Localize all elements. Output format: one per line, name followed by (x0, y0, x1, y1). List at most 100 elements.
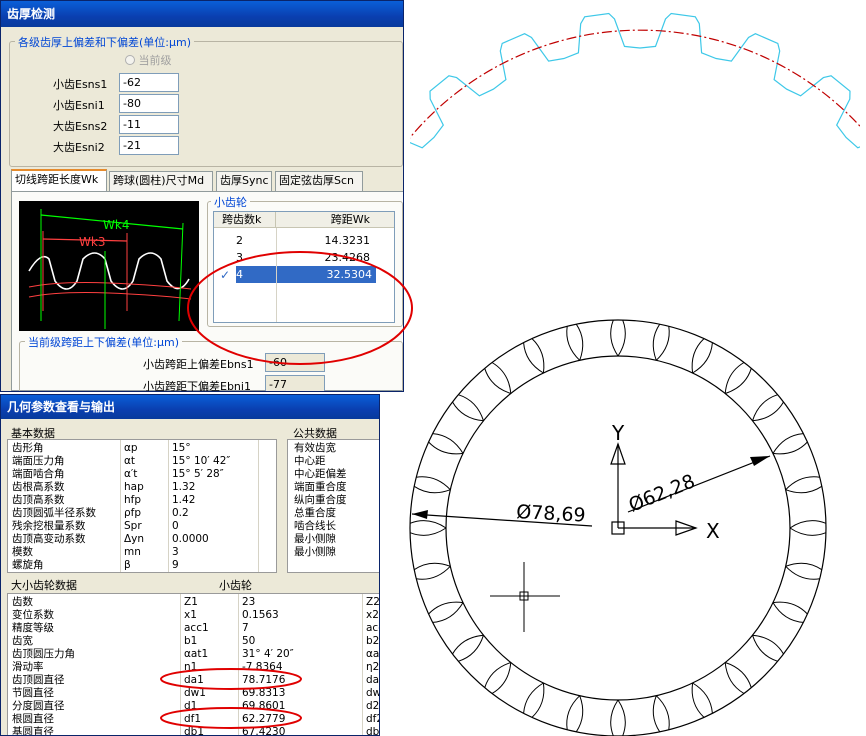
tab-tangent-span[interactable]: 切线跨距长度Wk (11, 169, 107, 191)
ebns1-input[interactable]: -60 (265, 353, 325, 372)
row-name: 根圆直径 (12, 713, 54, 725)
esni1-input[interactable]: -80 (119, 94, 179, 113)
esni2-input[interactable]: -21 (119, 136, 179, 155)
grid-divider (258, 440, 259, 572)
row-value: 31° 4′ 20″ (242, 648, 294, 660)
list-row-selected[interactable]: 4 32.5304 (236, 266, 376, 283)
row-name: 齿顶圆直径 (12, 674, 65, 686)
cad-tooth-line (691, 682, 705, 718)
gear-data-grid[interactable]: 齿数 Z1 23 Z2 变位系数 x1 0.1563 x2 精度等级 acc1 7 acc 齿宽 b… (7, 593, 380, 736)
row-name: 残余挖根量系数 (12, 520, 86, 532)
cad-tooth-line (575, 323, 584, 361)
row-name: 齿形角 (12, 442, 44, 454)
cad-tooth-line (752, 394, 778, 421)
list-row[interactable]: 3 23.4268 (214, 249, 394, 266)
list-header-k[interactable]: 跨齿数k (214, 212, 276, 228)
span-list[interactable]: 跨齿数k 跨距Wk 2 14.3231 3 23.4268 4 32.5304 … (213, 211, 395, 323)
row-symbol-2: b2 (366, 635, 380, 647)
row-symbol: ρfp (124, 507, 142, 519)
cad-tooth-line (428, 601, 464, 615)
list-header-wk[interactable]: 跨距Wk (276, 212, 394, 228)
public-row: 有效齿宽 (294, 442, 336, 454)
row-symbol: αp (124, 442, 138, 454)
row-symbol: db1 (184, 726, 205, 736)
esns2-input[interactable]: -11 (119, 115, 179, 134)
span-tolerance-legend: 当前级跨距上下偏差(单位:μm) (25, 334, 183, 350)
row-symbol: x1 (184, 609, 197, 621)
basic-data-grid[interactable]: 齿形角 αp 15° 端面压力角 αt 15° 10′ 42″ 端面啮合角 α′t 15° … (7, 439, 277, 573)
tolerance-group-legend: 各级齿厚上偏差和下偏差(单位:μm) (15, 34, 195, 50)
geometry-params-window: 几何参数查看与输出 基本数据 公共数据 齿形角 αp 15° 端面压力角 αt 15° … (0, 394, 380, 736)
cad-tooth-line (655, 326, 670, 361)
row-symbol-2: da2 (366, 674, 380, 686)
window-title: 齿厚检测 (1, 1, 403, 27)
cad-gear-drawing: Y X Ø78,69 Ø62,28 (409, 319, 827, 736)
public-data-grid[interactable]: 有效齿宽 中心距 中心距偏差 端面重合度 纵向重合度 总重合度 啮合线长 最小侧… (287, 439, 379, 573)
dim-outer-label: Ø78,69 (516, 501, 586, 527)
cad-tooth-line (409, 527, 447, 536)
wk3-label: Wk3 (79, 235, 105, 249)
cad-tooth-line (772, 602, 804, 623)
tab-ball-dimension[interactable]: 跨球(圆柱)尺寸Md (109, 171, 213, 191)
row-value: 62.2779 (242, 713, 286, 725)
row-name: 齿顶圆弧半径系数 (12, 507, 96, 519)
cad-tooth-line (610, 319, 619, 357)
row-symbol: hfp (124, 494, 142, 506)
esns1-input[interactable]: -62 (119, 73, 179, 92)
row-name: 精度等级 (12, 622, 54, 634)
cad-tooth-line (772, 433, 804, 454)
cad-tooth-line (725, 368, 752, 394)
row-value: 67.4230 (242, 726, 286, 736)
current-level-radio[interactable]: 当前级 (125, 52, 172, 68)
cad-tooth-line (566, 695, 581, 730)
cad-tooth-line (531, 338, 545, 374)
row-symbol: mn (124, 546, 141, 558)
row-value: 23 (242, 596, 256, 608)
ebni1-input[interactable]: -77 (265, 375, 325, 391)
pinion-column-header: 小齿轮 (219, 579, 252, 592)
row-value: 1.32 (172, 481, 196, 493)
tab-chordal-thickness[interactable]: 固定弦齿厚Scn (275, 171, 363, 191)
row-name: 模数 (12, 546, 33, 558)
cad-tooth-line (789, 527, 827, 536)
cad-tooth-line (785, 562, 823, 571)
cad-tooth-line (789, 520, 827, 529)
row-name: 齿数 (12, 596, 33, 608)
cad-tooth-line (523, 682, 544, 714)
list-cell-k: 3 (236, 251, 243, 264)
tab-thickness[interactable]: 齿厚Sync (216, 171, 272, 191)
field-label-esni1: 小齿Esni1 (53, 99, 105, 112)
cad-tooth-line (652, 323, 661, 361)
cad-tooth-line (416, 476, 451, 491)
grid-divider (362, 594, 363, 735)
grid-divider (168, 440, 169, 572)
check-mark-icon: ✓ (220, 268, 231, 282)
cad-tooth-line (772, 601, 808, 615)
dim-arrow-outer (412, 510, 428, 519)
row-value: 78.7176 (242, 674, 286, 686)
row-name: 齿宽 (12, 635, 33, 647)
cad-tooth-line (617, 699, 626, 736)
list-row[interactable]: 2 14.3231 (214, 232, 394, 249)
cad-tooth-line (785, 485, 823, 494)
cad-tooth-line (428, 441, 464, 455)
field-label-esns2: 大齿Esns2 (53, 120, 108, 133)
row-value: 69.8601 (242, 700, 286, 712)
row-symbol: hap (124, 481, 144, 493)
row-value: 1.42 (172, 494, 196, 506)
row-value: -7.8364 (242, 661, 283, 673)
list-cell-k: 2 (236, 234, 243, 247)
row-symbol: acc1 (184, 622, 209, 634)
row-value: 3 (172, 546, 179, 558)
row-symbol-2: df2 (366, 713, 379, 725)
cad-tooth-line (416, 565, 451, 580)
grid-divider (238, 594, 239, 735)
cad-tooth-line (432, 433, 464, 454)
span-label-ebns1: 小齿跨距上偏差Ebns1 (143, 358, 254, 371)
pinion-group-legend: 小齿轮 (211, 194, 250, 210)
row-name: 齿顶高变动系数 (12, 533, 86, 545)
public-row: 啮合线长 (294, 520, 336, 532)
gear-data-header: 大小齿轮数据 (11, 579, 77, 592)
dim-arrow-root (750, 456, 770, 466)
axis-x-label: X (706, 519, 720, 543)
